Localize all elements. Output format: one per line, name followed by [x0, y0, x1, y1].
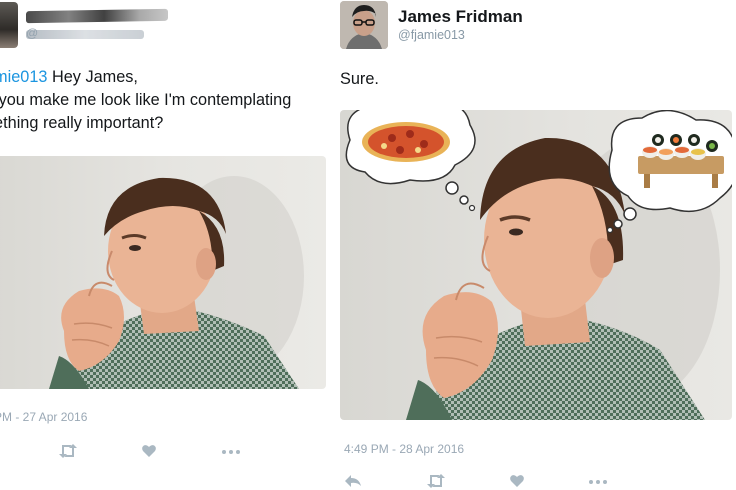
user-handle[interactable]: @fjamie013 [398, 28, 465, 42]
mention-link[interactable]: amie013 [0, 68, 47, 86]
heart-icon[interactable] [141, 443, 161, 463]
right-tweet: James Fridman @fjamie013 Sure. 4:49 PM -… [334, 0, 736, 490]
tweet-text-line-3: nething really important? [0, 114, 164, 132]
tweet-text: Sure. [340, 70, 379, 88]
more-icon[interactable] [221, 449, 241, 469]
more-icon[interactable] [588, 479, 608, 490]
tweet-timestamp[interactable]: 4:49 PM - 28 Apr 2016 [344, 442, 464, 456]
retweet-icon[interactable] [426, 473, 446, 490]
retweet-icon[interactable] [58, 443, 78, 463]
tweet-text: amie013 Hey James, n you make me look li… [0, 66, 334, 135]
left-tweet: amie013 Hey James, n you make me look li… [0, 0, 334, 490]
display-name[interactable]: James Fridman [398, 7, 523, 27]
redacted-display-name [26, 8, 168, 24]
tweet-timestamp[interactable]: PM - 27 Apr 2016 [0, 410, 87, 424]
photo-boy-thinking [49, 176, 304, 389]
heart-icon[interactable] [509, 473, 529, 490]
tweet-text-line-2: n you make me look like I'm contemplatin… [0, 91, 292, 109]
avatar-photo [340, 1, 388, 49]
tweet-text-line-1: Hey James, [47, 68, 138, 86]
thought-bubble-pizza [345, 110, 476, 212]
tweet-photo[interactable] [340, 110, 732, 420]
avatar[interactable] [0, 2, 18, 48]
tweet-photo[interactable] [0, 156, 326, 389]
photo-boy-thinking-edited [345, 110, 732, 420]
avatar[interactable] [340, 1, 388, 49]
reply-icon[interactable] [344, 474, 364, 490]
redacted-handle [26, 26, 144, 40]
tweet-actions [0, 440, 334, 464]
